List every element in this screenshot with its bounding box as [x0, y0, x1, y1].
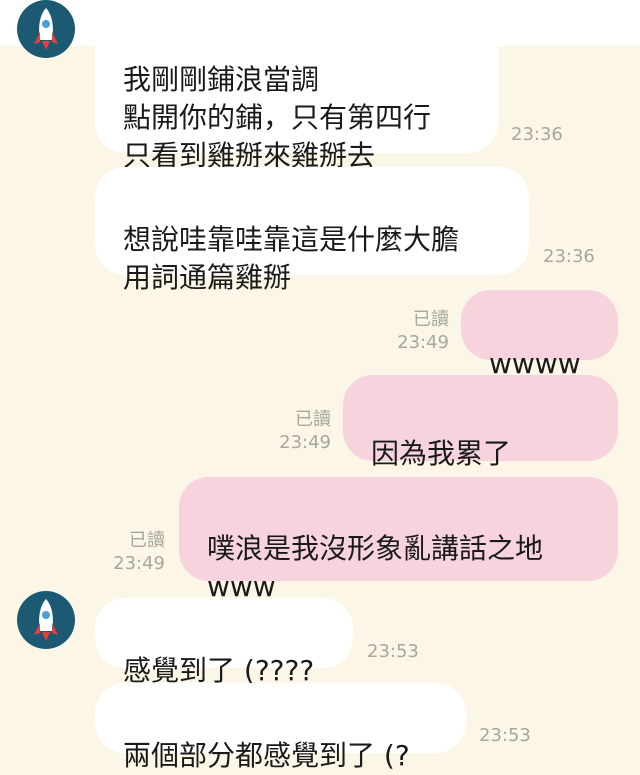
- read-receipt: 已讀: [129, 530, 165, 551]
- incoming-message-bubble[interactable]: 感覺到了 (????: [95, 598, 353, 687]
- incoming-message-bubble[interactable]: 兩個部分都感覺到了 (?: [95, 683, 466, 772]
- message-timestamp: 23:49: [279, 432, 331, 453]
- incoming-message-bubble[interactable]: 我剛剛鋪浪當調 點開你的鋪，只有第四行 只看到雞掰來雞掰去: [95, 7, 498, 172]
- message-timestamp: 23:53: [367, 641, 419, 662]
- message-timestamp: 23:36: [511, 124, 563, 145]
- message-text: 因為我累了: [371, 437, 512, 470]
- message-timestamp: 23:53: [479, 725, 531, 746]
- incoming-message-bubble[interactable]: 想說哇靠哇靠這是什麼大膽 用詞通篇雞掰: [95, 167, 529, 294]
- contact-avatar[interactable]: [17, 0, 75, 58]
- message-text: 噗浪是我沒形象亂講話之地 www: [207, 532, 544, 603]
- message-timestamp: 23:36: [543, 246, 595, 267]
- rocket-icon: [34, 8, 58, 50]
- message-timestamp: 23:49: [397, 332, 449, 353]
- read-receipt: 已讀: [295, 409, 331, 430]
- outgoing-message-bubble[interactable]: wwww: [461, 290, 618, 380]
- message-timestamp: 23:49: [113, 553, 165, 574]
- outgoing-message-bubble[interactable]: 噗浪是我沒形象亂講話之地 www: [179, 477, 618, 603]
- message-text: 想說哇靠哇靠這是什麼大膽 用詞通篇雞掰: [123, 223, 460, 294]
- rocket-icon: [34, 599, 58, 641]
- read-receipt: 已讀: [413, 309, 449, 330]
- message-text: 兩個部分都感覺到了 (?: [123, 739, 410, 772]
- contact-avatar[interactable]: [17, 591, 75, 649]
- message-text: 我剛剛鋪浪當調 點開你的鋪，只有第四行 只看到雞掰來雞掰去: [123, 63, 432, 172]
- outgoing-message-bubble[interactable]: 因為我累了: [343, 375, 618, 555]
